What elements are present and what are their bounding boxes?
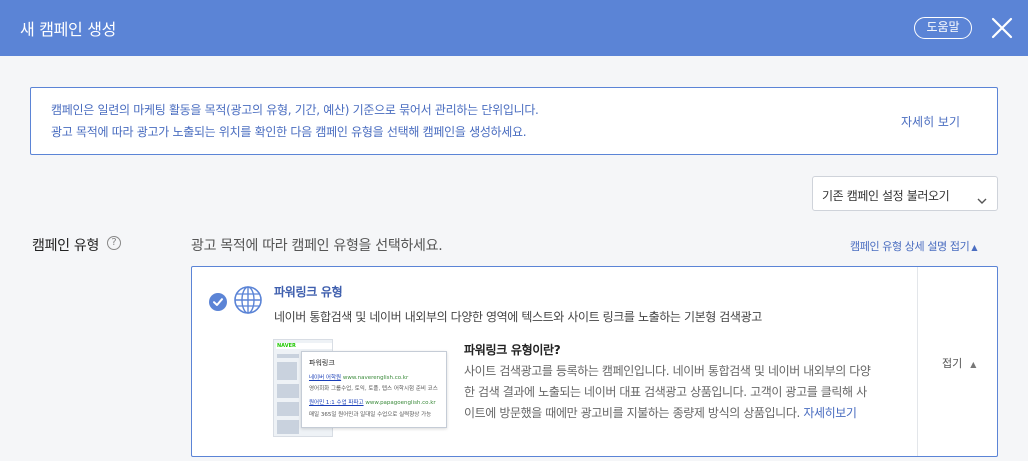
info-text-line2: 광고 목적에 따라 광고가 노출되는 위치를 확인한 다음 캠페인 유형을 선택… (51, 125, 527, 139)
preview-ad1-row: 네이버 어학원 www.naverenglish.co.kr (309, 373, 408, 381)
collapse-all-details-link[interactable]: 캠페인 유형 상세 설명 접기 ▲ (850, 238, 977, 254)
campaign-type-guide: 광고 목적에 따라 캠페인 유형을 선택하세요. (191, 238, 443, 254)
what-is-line: 이트에 방문했을 때에만 광고비를 지불하는 종량제 방식의 상품입니다. (464, 406, 800, 420)
preview-naver-logo: NAVER (277, 343, 296, 349)
preview-ad2-row: 원어민 1:1 수업 파파고 www.papagoenglish.co.kr (309, 398, 436, 406)
preview-popup-title: 파워링크 (309, 359, 335, 367)
preview-ad1-desc: 영어회화 그룹수업, 토익, 토플, 텝스 어학시험 준비 코스 (309, 386, 438, 392)
load-existing-campaign-label: 기존 캠페인 설정 불러오기 (822, 189, 950, 203)
load-existing-campaign-dropdown[interactable]: 기존 캠페인 설정 불러오기 (812, 176, 998, 211)
collapse-all-label: 캠페인 유형 상세 설명 접기 (850, 240, 970, 253)
preview-ad2-url: www.papagoenglish.co.kr (365, 400, 436, 406)
modal-header: 새 캠페인 생성 도움말 (0, 0, 1028, 56)
caret-up-icon: ▲ (971, 243, 978, 252)
card-divider (917, 267, 918, 456)
powerlink-preview-image: NAVER 파워링크 네이버 어학원 www.naverenglish.co.k… (273, 339, 447, 437)
check-circle-icon (209, 293, 227, 311)
card-description: 네이버 통합검색 및 네이버 내외부의 다양한 영역에 텍스트와 사이트 링크를… (274, 310, 762, 324)
info-notice: 캠페인은 일련의 마케팅 활동을 목적(광고의 유형, 기간, 예산) 기준으로… (30, 87, 998, 155)
preview-ad2-title: 원어민 1:1 수업 파파고 (309, 400, 364, 406)
preview-ad2-desc: 매일 365일 원어민과 일대일 수업으로 실력향상 가능 (309, 412, 432, 418)
card-collapse-label: 접기 (942, 357, 963, 370)
card-collapse-button[interactable]: 접기 ▲ (942, 355, 976, 371)
preview-ad-popup: 파워링크 네이버 어학원 www.naverenglish.co.kr 영어회화… (301, 351, 447, 428)
what-is-line-last: 이트에 방문했을 때에만 광고비를 지불하는 종량제 방식의 상품입니다. 자세… (464, 404, 857, 421)
card-title: 파워링크 유형 (274, 285, 343, 299)
campaign-type-card-powerlink[interactable]: 파워링크 유형 네이버 통합검색 및 네이버 내외부의 다양한 영역에 텍스트와… (191, 266, 998, 457)
modal-title: 새 캠페인 생성 (20, 20, 117, 39)
close-icon[interactable] (991, 17, 1013, 39)
info-more-link[interactable]: 자세히 보기 (901, 113, 960, 130)
preview-block (277, 354, 299, 358)
card-more-link[interactable]: 자세히보기 (803, 406, 857, 420)
chevron-down-icon (977, 190, 987, 209)
question-circle-icon[interactable]: ? (107, 236, 121, 250)
what-is-title: 파워링크 유형이란? (464, 343, 561, 357)
what-is-line: 한 검색 결과에 노출되는 네이버 대표 검색광고 상품입니다. 고객이 광고를… (464, 385, 867, 399)
campaign-type-label: 캠페인 유형 (32, 238, 100, 254)
preview-block (277, 402, 299, 416)
globe-icon (233, 285, 263, 315)
preview-ad1-url: www.naverenglish.co.kr (342, 375, 409, 381)
preview-block (277, 420, 299, 434)
preview-block (277, 384, 299, 398)
info-text-line1: 캠페인은 일련의 마케팅 활동을 목적(광고의 유형, 기간, 예산) 기준으로… (51, 103, 539, 117)
preview-ad1-title: 네이버 어학원 (309, 375, 342, 381)
help-button[interactable]: 도움말 (914, 17, 972, 39)
what-is-line: 사이트 검색광고를 등록하는 캠페인입니다. 네이버 통합검색 및 네이버 내외… (464, 364, 871, 378)
caret-up-icon: ▲ (970, 360, 977, 369)
preview-block (277, 362, 297, 380)
